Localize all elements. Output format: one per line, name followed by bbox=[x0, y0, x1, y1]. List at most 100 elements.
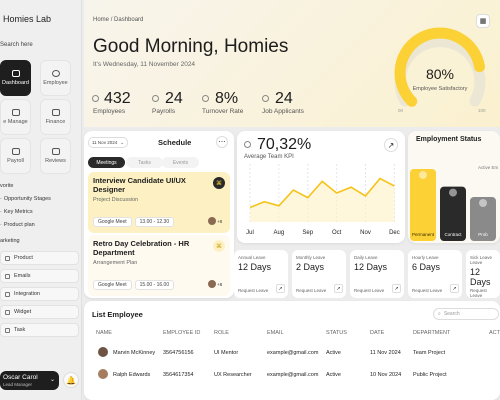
request-leave-link[interactable]: Request Leave bbox=[470, 288, 500, 298]
x-tick-label: Dec bbox=[389, 230, 400, 236]
table-cell[interactable]: Ralph Edwards bbox=[113, 372, 150, 378]
nav-manage[interactable]: e Manage bbox=[0, 99, 31, 135]
leave-card: Sick Leave Leave12 DaysRequest Leave↗ bbox=[466, 250, 500, 298]
leave-card: Daily Leave 12 Days Request Leave ↗ bbox=[350, 250, 404, 298]
sidebar-search[interactable]: Search here bbox=[0, 42, 33, 48]
search-icon: ⌕ bbox=[438, 311, 441, 317]
search-input[interactable]: ⌕ Search bbox=[433, 308, 499, 320]
request-leave-link[interactable]: Request Leave bbox=[412, 288, 442, 293]
request-leave-link[interactable]: Request Leave bbox=[296, 288, 326, 293]
table-cell: Public Project bbox=[413, 372, 447, 378]
stat-label: Job Applicants bbox=[262, 108, 304, 115]
leave-type: Hourly Leave bbox=[412, 255, 439, 260]
nav-finance[interactable]: Finance bbox=[40, 99, 71, 135]
favorite-item[interactable]: · Key Metrics bbox=[0, 209, 33, 215]
marketing-item-integration[interactable]: Integration bbox=[0, 287, 79, 301]
nav-employee[interactable]: Employee bbox=[40, 60, 71, 96]
platform-chip: Google Meet bbox=[93, 280, 132, 290]
current-date: It's Wednesday, 11 November 2024 bbox=[93, 61, 196, 68]
stat-value: 24 bbox=[165, 90, 183, 107]
leave-days: 2 Days bbox=[296, 262, 325, 272]
leave-type: Monthly Leave bbox=[296, 255, 326, 260]
time-chip: 13.00 - 12.30 bbox=[134, 217, 175, 227]
table-cell: Active bbox=[326, 372, 341, 378]
gauge-min: 00 bbox=[398, 108, 404, 113]
bar-label: Prob bbox=[478, 232, 488, 237]
employment-bar-chart: Permanent Contract Prob bbox=[410, 169, 496, 241]
favorite-item[interactable]: · Opportunity Stages bbox=[0, 196, 51, 202]
arrow-up-right-icon[interactable]: ↗ bbox=[450, 284, 459, 293]
tab-tasks[interactable]: Tasks bbox=[126, 157, 163, 168]
table-header[interactable]: DATE bbox=[370, 330, 384, 336]
bell-icon[interactable]: 🔔 bbox=[63, 372, 79, 388]
favorite-item[interactable]: · Product plan bbox=[0, 222, 35, 228]
nav-payroll[interactable]: Payroll bbox=[0, 138, 31, 174]
link-icon[interactable]: ⌘ bbox=[213, 240, 225, 252]
schedule-item-title: Interview Candidate UI/UX Designer bbox=[93, 176, 186, 194]
x-tick-label: Aug bbox=[274, 230, 285, 236]
marketing-item-emails[interactable]: Emails bbox=[0, 269, 79, 283]
avatar-count: +8 bbox=[217, 218, 223, 224]
table-cell[interactable]: Marvin McKinney bbox=[113, 350, 155, 356]
date-selector[interactable]: 11 Nov 2024 ⌄ bbox=[88, 137, 128, 148]
arrow-up-right-icon[interactable]: ↗ bbox=[276, 284, 285, 293]
x-tick-label: Oct bbox=[332, 230, 342, 236]
table-cell: example@gmail.com bbox=[267, 350, 319, 356]
link-icon bbox=[5, 291, 10, 297]
request-leave-link[interactable]: Request Leave bbox=[354, 288, 384, 293]
schedule-item[interactable]: Retro Day Celebration - HR Department Ar… bbox=[88, 235, 230, 296]
tab-meetings[interactable]: Meetings bbox=[88, 157, 125, 168]
breadcrumb-current: Dashboard bbox=[114, 17, 144, 23]
employment-bar[interactable] bbox=[410, 169, 436, 241]
marketing-item-product[interactable]: Product bbox=[0, 251, 79, 265]
breadcrumb-home[interactable]: Home bbox=[93, 17, 109, 23]
nav-dashboard[interactable]: Dashboard bbox=[0, 60, 31, 96]
tab-events[interactable]: Events bbox=[162, 157, 199, 168]
table-header[interactable]: STATUS bbox=[326, 330, 347, 336]
bar-badge bbox=[419, 171, 427, 179]
star-icon bbox=[51, 148, 60, 155]
request-leave-link[interactable]: Request Leave bbox=[238, 288, 268, 293]
avatar bbox=[98, 347, 108, 357]
bar-badge bbox=[449, 188, 457, 197]
arrow-up-right-icon[interactable]: ↗ bbox=[384, 138, 398, 152]
stat-label: Employees bbox=[93, 108, 126, 115]
bar-badge bbox=[479, 199, 487, 207]
gauge-value: 80% bbox=[425, 66, 455, 82]
page-title: Good Morning, Homies bbox=[93, 36, 289, 57]
nav-reviews[interactable]: Reviews bbox=[40, 138, 71, 174]
table-header[interactable]: EMPLOYEE ID bbox=[163, 330, 200, 336]
table-header[interactable]: ROLE bbox=[214, 330, 229, 336]
marketing-item-task[interactable]: Task bbox=[0, 323, 79, 337]
table-header[interactable]: DEPARTMENT bbox=[413, 330, 450, 336]
leave-days: 12 Days bbox=[238, 262, 272, 272]
stat-value: 24 bbox=[275, 90, 293, 107]
table-header[interactable]: NAME bbox=[96, 330, 112, 336]
leave-type: Daily Leave bbox=[354, 255, 378, 260]
chevron-down-icon: ⌄ bbox=[120, 139, 124, 145]
mail-icon bbox=[5, 273, 10, 279]
leave-days: 12 Days bbox=[470, 267, 491, 287]
leave-card: Hourly Leave 6 Days Request Leave ↗ bbox=[408, 250, 462, 298]
schedule-title: Schedule bbox=[158, 138, 192, 147]
dot-icon: · bbox=[0, 209, 2, 215]
user-profile[interactable]: Oscar Carol Lead Manager ⌄ bbox=[0, 371, 59, 390]
stat-label: Payrolls bbox=[152, 108, 176, 115]
bar-label: Contract bbox=[444, 232, 462, 237]
arrow-up-right-icon[interactable]: ↗ bbox=[334, 284, 343, 293]
user-icon bbox=[51, 70, 60, 77]
schedule-item[interactable]: Interview Candidate UI/UX Designer Proje… bbox=[88, 172, 230, 233]
stat-value: 432 bbox=[104, 90, 131, 107]
avatar bbox=[208, 217, 216, 225]
x-tick-label: Sep bbox=[302, 230, 313, 236]
table-header[interactable]: EMAIL bbox=[267, 330, 284, 336]
link-icon[interactable]: ⌘ bbox=[213, 177, 225, 189]
more-icon[interactable]: ⋯ bbox=[216, 136, 228, 148]
chevron-down-icon[interactable]: ⌄ bbox=[50, 376, 55, 383]
arrow-up-right-icon[interactable]: ↗ bbox=[392, 284, 401, 293]
schedule-item-subtitle: Arrangement Plan bbox=[93, 260, 138, 266]
stat-label: Turnover Rate bbox=[202, 108, 244, 115]
leave-card: Annual Leave 12 Days Request Leave ↗ bbox=[234, 250, 288, 298]
marketing-item-widget[interactable]: Widget bbox=[0, 305, 79, 319]
table-header[interactable]: ACTI bbox=[489, 330, 500, 336]
